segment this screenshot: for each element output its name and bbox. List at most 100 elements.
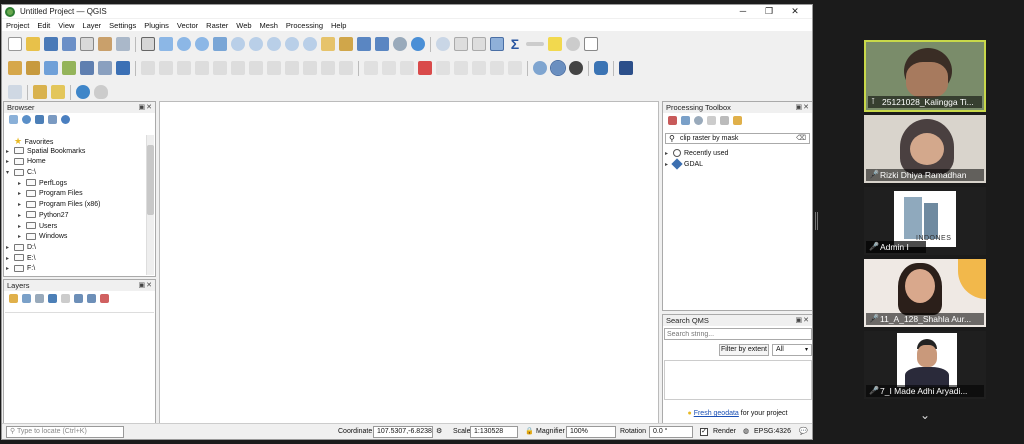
menu-processing[interactable]: Processing — [282, 21, 327, 30]
properties-icon[interactable] — [61, 115, 70, 124]
new-map-view-icon[interactable] — [321, 37, 335, 51]
style-layer-icon[interactable] — [9, 294, 18, 303]
cloud-icon[interactable] — [94, 85, 108, 99]
manage-visibility-icon[interactable] — [35, 294, 44, 303]
locator-search[interactable]: ⚲ Type to locate (Ctrl+K) — [6, 426, 124, 438]
tree-item-spatial-bookmarks[interactable]: ▸ Spatial Bookmarks — [6, 147, 146, 158]
filter-expression-icon[interactable] — [61, 294, 70, 303]
style-manager-icon[interactable] — [116, 37, 130, 51]
remove-layer-icon[interactable] — [100, 294, 109, 303]
measure-icon[interactable] — [526, 42, 544, 46]
tree-item-home[interactable]: ▸ Home — [6, 157, 146, 168]
delete-selected-icon[interactable] — [249, 61, 263, 75]
zoom-next-icon[interactable] — [303, 37, 317, 51]
menu-view[interactable]: View — [54, 21, 78, 30]
text-annotation-icon[interactable] — [584, 37, 598, 51]
undo-icon[interactable] — [321, 61, 335, 75]
rotation-field[interactable]: 0.0 ° — [649, 426, 693, 438]
processing-toolbox-icon[interactable] — [490, 37, 504, 51]
zoom-layer-icon[interactable] — [249, 37, 263, 51]
collapse-all-icon[interactable] — [48, 115, 57, 124]
menu-settings[interactable]: Settings — [105, 21, 140, 30]
minimize-button[interactable]: ─ — [730, 5, 756, 18]
maximize-button[interactable]: ❐ — [756, 5, 782, 18]
panel-close-icon[interactable]: ▣✕ — [796, 316, 810, 324]
label-property-icon[interactable] — [490, 61, 504, 75]
browser-scrollbar[interactable] — [146, 135, 154, 275]
expand-all-icon[interactable] — [74, 294, 83, 303]
map-tips-icon[interactable] — [548, 37, 562, 51]
add-raster-icon[interactable] — [44, 61, 58, 75]
close-button[interactable]: ✕ — [782, 5, 808, 18]
coordinate-field[interactable]: 107.5307,-6.8238 — [373, 426, 433, 438]
zoom-native-icon[interactable] — [267, 37, 281, 51]
menu-vector[interactable]: Vector — [173, 21, 202, 30]
search-qms-icon[interactable] — [550, 60, 566, 76]
scrollbar-thumb[interactable] — [147, 145, 154, 215]
add-feature-icon[interactable] — [33, 85, 47, 99]
menu-mesh[interactable]: Mesh — [256, 21, 282, 30]
modify-attributes-icon[interactable] — [231, 61, 245, 75]
layers-list[interactable] — [5, 312, 154, 422]
menu-help[interactable]: Help — [327, 21, 350, 30]
diagram-icon[interactable] — [508, 61, 522, 75]
processing-search[interactable]: ⚲ clip raster by mask ⌫ — [665, 133, 810, 144]
lock-icon[interactable]: 🔒 — [525, 427, 534, 437]
filter-by-extent-button[interactable]: Filter by extent — [719, 344, 769, 356]
label-rotate-icon[interactable] — [454, 61, 468, 75]
tree-item-perflogs[interactable]: ▸ PerfLogs — [6, 179, 146, 190]
annotation-icon[interactable] — [566, 37, 580, 51]
models-icon[interactable] — [668, 116, 677, 125]
toggle-extents-icon[interactable]: ⚙ — [436, 427, 442, 437]
label-move-icon[interactable] — [436, 61, 450, 75]
qms-filter-select[interactable]: All ▾ — [772, 344, 812, 356]
tree-item-users[interactable]: ▸ Users — [6, 222, 146, 233]
save-edits-icon[interactable] — [177, 61, 191, 75]
new-project-icon[interactable] — [8, 37, 22, 51]
options-icon[interactable] — [733, 116, 742, 125]
clear-search-icon[interactable]: ⌫ — [796, 134, 806, 143]
map-canvas[interactable] — [159, 101, 659, 424]
refresh-icon[interactable] — [411, 37, 425, 51]
new-3d-view-icon[interactable] — [339, 37, 353, 51]
temporal-controller-icon[interactable] — [393, 37, 407, 51]
messages-icon[interactable]: 💬 — [799, 427, 808, 437]
processing-item-gdal[interactable]: ▸ GDAL — [665, 158, 728, 171]
add-vector-icon[interactable] — [26, 61, 40, 75]
tree-item-f-drive[interactable]: ▸ F:\ — [6, 264, 146, 275]
render-checkbox[interactable]: ✓ — [700, 428, 708, 436]
qms-search-input[interactable] — [664, 328, 812, 340]
menu-raster[interactable]: Raster — [202, 21, 232, 30]
tree-item-program-files-x86[interactable]: ▸ Program Files (x86) — [6, 200, 146, 211]
copy-features-icon[interactable] — [285, 61, 299, 75]
attribute-table-icon[interactable] — [454, 37, 468, 51]
scripts-icon[interactable] — [681, 116, 690, 125]
new-print-layout-icon[interactable] — [80, 37, 94, 51]
zoom-selection-icon[interactable] — [231, 37, 245, 51]
label-change-icon[interactable] — [472, 61, 486, 75]
panel-close-icon[interactable]: ▣✕ — [139, 281, 153, 289]
label-abc-icon[interactable] — [418, 61, 432, 75]
tree-item-c-drive[interactable]: ▾ C:\ — [6, 168, 146, 179]
label-show-hide-icon[interactable] — [400, 61, 414, 75]
field-calculator-icon[interactable] — [472, 37, 486, 51]
menu-layer[interactable]: Layer — [78, 21, 105, 30]
crs-label[interactable]: EPSG:4326 — [754, 427, 791, 437]
field-calc-icon[interactable] — [116, 61, 130, 75]
participant-tile-2[interactable]: 🎤 Rizki Dhiya Ramadhan — [864, 115, 986, 183]
tree-item-d-drive[interactable]: ▸ D:\ — [6, 243, 146, 254]
toggle-editing-icon[interactable] — [159, 61, 173, 75]
grass-icon[interactable] — [8, 85, 22, 99]
add-selected-layers-icon[interactable] — [9, 115, 18, 124]
help-book-icon[interactable] — [619, 61, 633, 75]
menu-web[interactable]: Web — [232, 21, 255, 30]
edit-features-inplace-icon[interactable] — [720, 116, 729, 125]
redo-icon[interactable] — [339, 61, 353, 75]
open-project-icon[interactable] — [26, 37, 40, 51]
add-group-icon[interactable] — [22, 294, 31, 303]
zoom-last-icon[interactable] — [285, 37, 299, 51]
save-as-icon[interactable] — [62, 37, 76, 51]
add-wms-icon[interactable] — [80, 61, 94, 75]
participant-tile-4[interactable]: 🎤 11_A_128_Shahla Aur... — [864, 259, 986, 327]
label-pin-icon[interactable] — [382, 61, 396, 75]
